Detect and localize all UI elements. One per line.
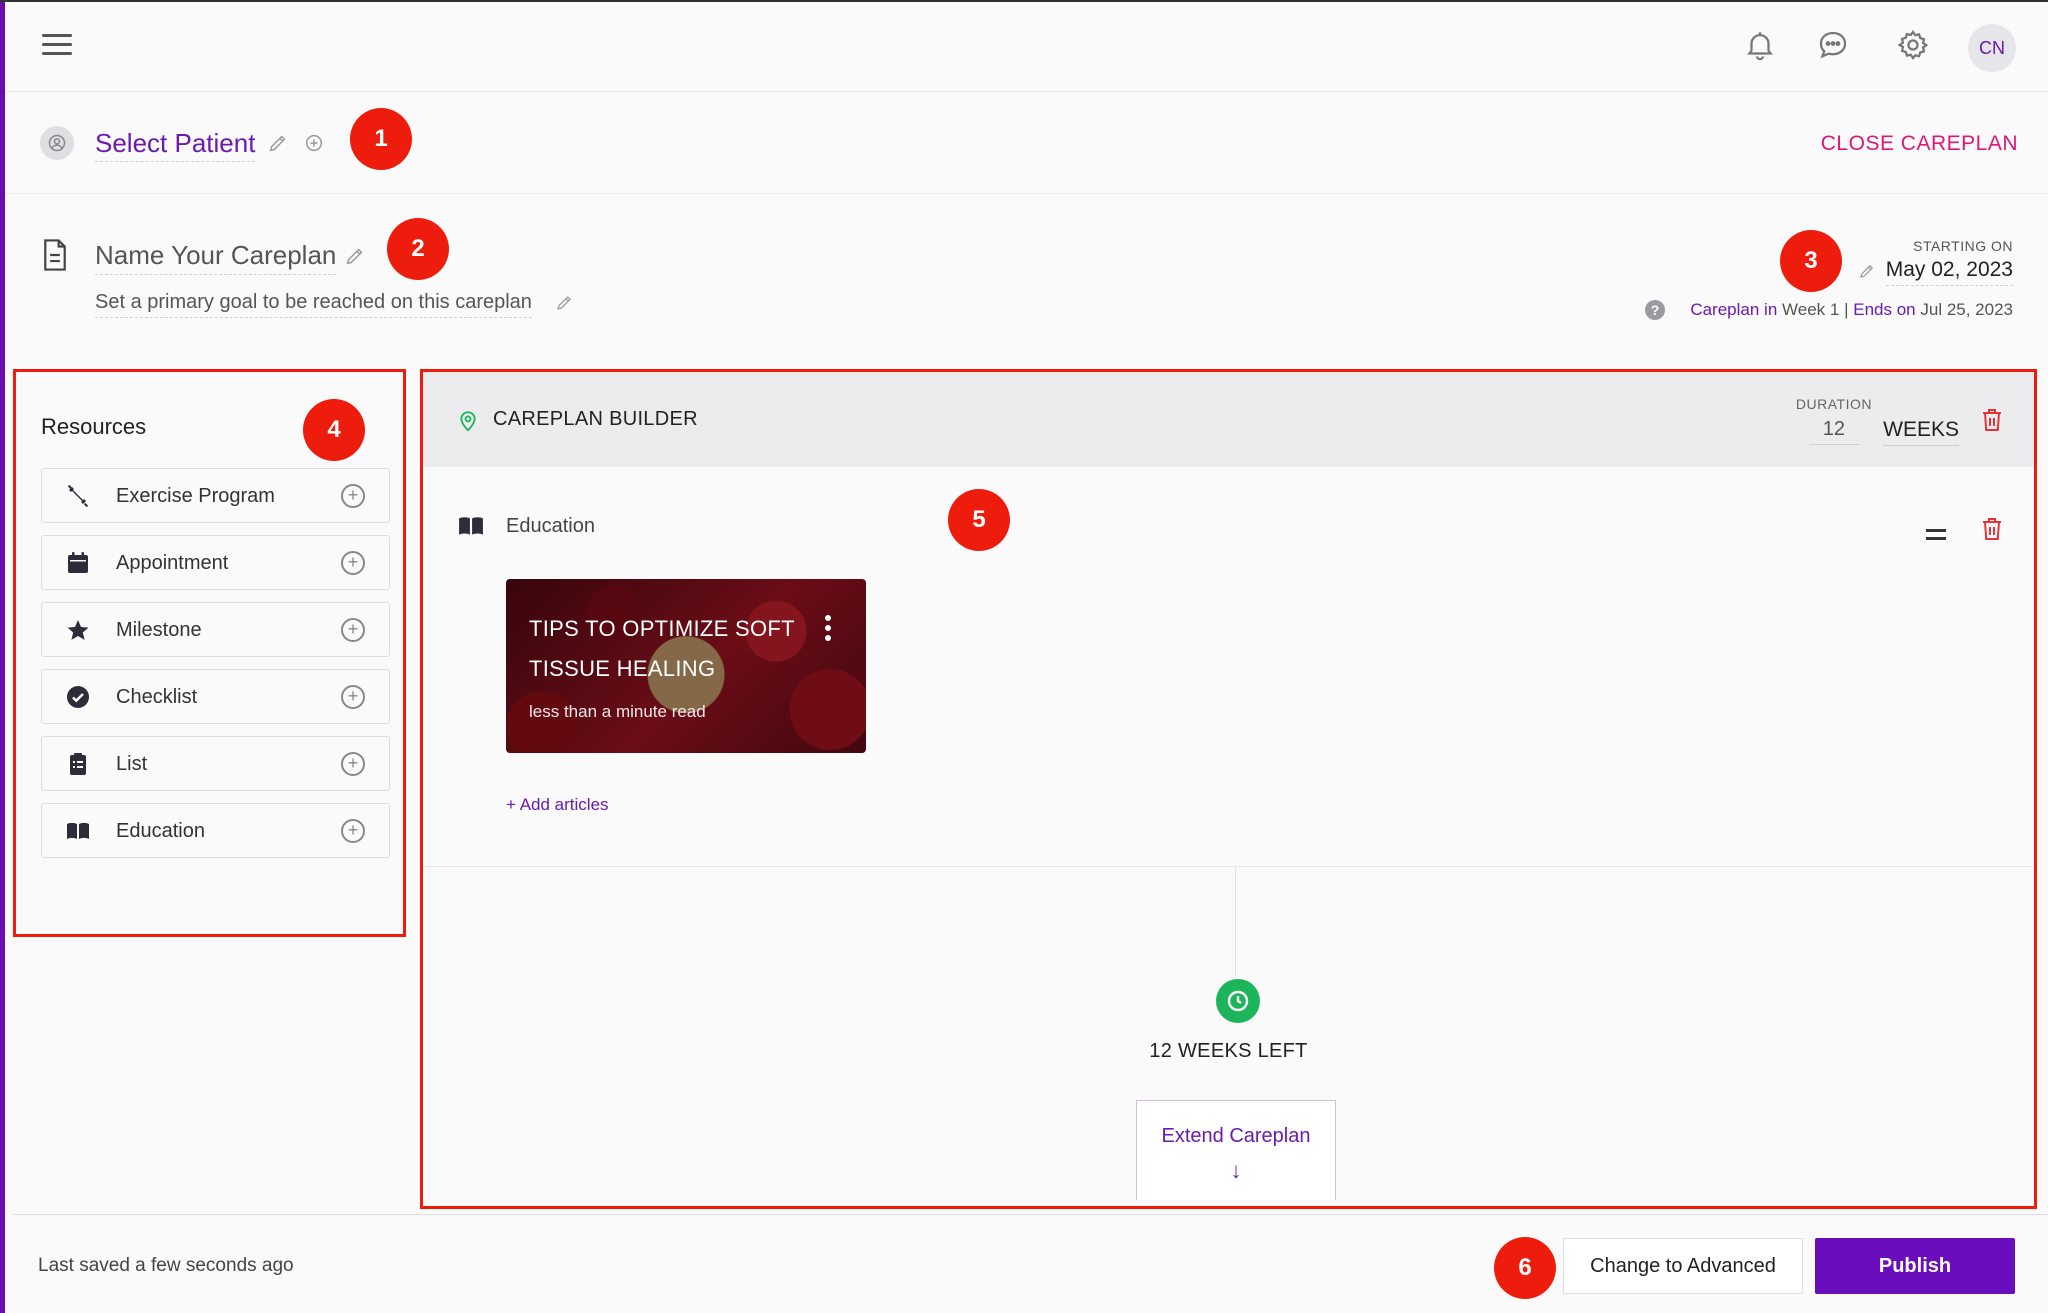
check-circle-icon bbox=[67, 686, 89, 708]
annotation-badge-4: 4 bbox=[303, 399, 365, 461]
resources-title: Resources bbox=[41, 414, 147, 439]
patient-avatar-icon bbox=[40, 126, 74, 160]
top-nav: CN bbox=[5, 2, 2048, 92]
change-to-advanced-button[interactable]: Change to Advanced bbox=[1563, 1238, 1803, 1294]
pencil-icon[interactable] bbox=[267, 132, 289, 154]
arrow-down-icon: ↓ bbox=[1230, 1158, 1242, 1183]
trash-icon[interactable] bbox=[1981, 408, 2003, 432]
pencil-icon[interactable] bbox=[555, 293, 574, 312]
starting-on-label: STARTING ON bbox=[1913, 238, 2013, 254]
patient-row: Select Patient CLOSE CAREPLAN bbox=[5, 92, 2048, 194]
document-icon bbox=[44, 239, 66, 271]
close-careplan-button[interactable]: CLOSE CAREPLAN bbox=[1821, 132, 2018, 156]
select-patient-link[interactable]: Select Patient bbox=[95, 128, 256, 162]
chat-icon[interactable] bbox=[1816, 28, 1850, 62]
book-icon bbox=[459, 517, 483, 535]
annotation-badge-1: 1 bbox=[350, 108, 412, 170]
location-pin-icon bbox=[460, 411, 476, 432]
clock-icon bbox=[1216, 979, 1260, 1023]
last-saved-text: Last saved a few seconds ago bbox=[38, 1255, 294, 1276]
education-section: Education 5 TIPS TO OPTIMIZE SOFT TISSUE… bbox=[423, 467, 2034, 867]
pencil-icon[interactable] bbox=[344, 245, 366, 267]
resource-item-education[interactable]: Education + bbox=[41, 803, 390, 858]
education-label: Education bbox=[506, 515, 595, 537]
resource-item-milestone[interactable]: Milestone + bbox=[41, 602, 390, 657]
weeks-left-text: 12 WEEKS LEFT bbox=[1149, 1040, 1308, 1062]
starting-date-field[interactable]: May 02, 2023 bbox=[1885, 258, 2013, 286]
duration-unit-select[interactable]: WEEKS bbox=[1883, 418, 1959, 446]
duration-label: DURATION bbox=[1795, 396, 1872, 412]
resources-panel: Resources 4 Exercise Program + Appointme… bbox=[13, 369, 406, 937]
footer-bar: Last saved a few seconds ago 6 Change to… bbox=[12, 1214, 2048, 1313]
user-avatar[interactable]: CN bbox=[1968, 24, 2016, 72]
article-card[interactable]: TIPS TO OPTIMIZE SOFT TISSUE HEALING les… bbox=[506, 579, 866, 753]
pencil-icon[interactable] bbox=[1858, 262, 1876, 280]
drag-handle-icon[interactable] bbox=[1926, 529, 1946, 545]
more-vertical-icon[interactable] bbox=[825, 615, 831, 645]
builder-title: CAREPLAN BUILDER bbox=[493, 408, 698, 430]
duration-input[interactable]: 12 bbox=[1808, 418, 1859, 445]
add-circle-icon[interactable]: + bbox=[341, 752, 365, 776]
extend-careplan-button[interactable]: Extend Careplan ↓ bbox=[1136, 1100, 1336, 1200]
add-circle-icon[interactable]: + bbox=[341, 819, 365, 843]
add-circle-icon[interactable]: + bbox=[341, 551, 365, 575]
resource-item-checklist[interactable]: Checklist + bbox=[41, 669, 390, 724]
resource-item-exercise-program[interactable]: Exercise Program + bbox=[41, 468, 390, 523]
menu-icon[interactable] bbox=[42, 34, 72, 60]
resource-item-list[interactable]: List + bbox=[41, 736, 390, 791]
help-icon[interactable]: ? bbox=[1645, 300, 1665, 320]
article-title: TIPS TO OPTIMIZE SOFT TISSUE HEALING bbox=[529, 616, 795, 681]
careplan-goal-field[interactable]: Set a primary goal to be reached on this… bbox=[95, 291, 532, 318]
gear-icon[interactable] bbox=[1896, 28, 1930, 62]
annotation-badge-3: 3 bbox=[1780, 230, 1842, 292]
annotation-badge-5: 5 bbox=[948, 489, 1010, 551]
timeline-connector bbox=[1235, 867, 1236, 977]
careplan-name-field[interactable]: Name Your Careplan bbox=[95, 240, 337, 275]
add-circle-icon[interactable]: + bbox=[341, 484, 365, 508]
careplan-builder: CAREPLAN BUILDER DURATION 12 WEEKS Educa… bbox=[420, 369, 2037, 1209]
publish-button[interactable]: Publish bbox=[1815, 1238, 2015, 1294]
add-articles-link[interactable]: + Add articles bbox=[506, 795, 609, 815]
resource-item-appointment[interactable]: Appointment + bbox=[41, 535, 390, 590]
builder-header: CAREPLAN BUILDER DURATION 12 WEEKS bbox=[423, 372, 2034, 467]
left-accent-bar bbox=[0, 0, 5, 1313]
book-icon bbox=[67, 822, 89, 839]
careplan-status-text: Careplan in Week 1 | Ends on Jul 25, 202… bbox=[1690, 300, 2013, 319]
star-icon bbox=[67, 620, 89, 640]
dumbbell-icon bbox=[67, 484, 89, 508]
bell-icon[interactable] bbox=[1743, 28, 1777, 62]
annotation-badge-2: 2 bbox=[387, 218, 449, 280]
add-circle-icon[interactable]: + bbox=[341, 618, 365, 642]
add-circle-icon[interactable]: + bbox=[341, 685, 365, 709]
annotation-badge-6: 6 bbox=[1494, 1237, 1556, 1299]
add-circle-icon[interactable] bbox=[303, 132, 325, 154]
article-read-time: less than a minute read bbox=[529, 702, 706, 721]
trash-icon[interactable] bbox=[1981, 517, 2003, 541]
calendar-icon bbox=[68, 552, 88, 573]
clipboard-icon bbox=[70, 753, 86, 775]
